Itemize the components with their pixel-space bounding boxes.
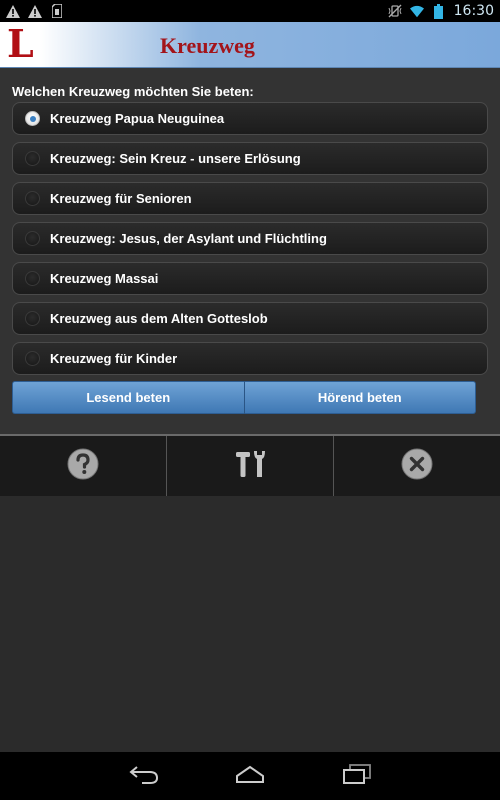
radio-unchecked-icon[interactable] xyxy=(25,311,40,326)
radio-unchecked-icon[interactable] xyxy=(25,351,40,366)
option-label: Kreuzweg: Jesus, der Asylant und Flüchtl… xyxy=(50,231,327,246)
option-senioren[interactable]: Kreuzweg für Senioren xyxy=(12,182,488,215)
option-label: Kreuzweg Massai xyxy=(50,271,159,286)
option-asylant[interactable]: Kreuzweg: Jesus, der Asylant und Flüchtl… xyxy=(12,222,488,255)
help-icon xyxy=(66,447,100,486)
app-header: L Kreuzweg xyxy=(0,22,500,68)
bottom-toolbar xyxy=(0,434,500,496)
empty-content-area xyxy=(0,496,500,752)
recent-apps-button[interactable] xyxy=(338,761,374,791)
close-icon xyxy=(400,447,434,486)
settings-button[interactable] xyxy=(166,436,333,496)
back-icon xyxy=(128,763,160,790)
action-buttons: Lesend beten Hörend beten xyxy=(12,381,476,414)
warning-icon xyxy=(28,4,42,18)
radio-unchecked-icon[interactable] xyxy=(25,191,40,206)
vibrate-icon xyxy=(388,4,402,18)
warning-icon xyxy=(6,4,20,18)
close-button[interactable] xyxy=(333,436,500,496)
app-title: Kreuzweg xyxy=(160,33,255,58)
sd-card-icon xyxy=(50,4,64,18)
home-icon xyxy=(234,763,266,790)
option-kinder[interactable]: Kreuzweg für Kinder xyxy=(12,342,488,375)
status-bar-left xyxy=(6,4,64,18)
app-logo: L xyxy=(7,21,34,66)
option-label: Kreuzweg Papua Neuguinea xyxy=(50,111,225,126)
option-sein-kreuz[interactable]: Kreuzweg: Sein Kreuz - unsere Erlösung xyxy=(12,142,488,175)
radio-unchecked-icon[interactable] xyxy=(25,151,40,166)
question-label: Welchen Kreuzweg möchten Sie beten: xyxy=(12,84,254,99)
radio-unchecked-icon[interactable] xyxy=(25,271,40,286)
option-list: Kreuzweg Papua Neuguinea Kreuzweg: Sein … xyxy=(12,102,488,382)
home-button[interactable] xyxy=(232,761,268,791)
option-massai[interactable]: Kreuzweg Massai xyxy=(12,262,488,295)
wifi-icon xyxy=(409,4,424,18)
read-button[interactable]: Lesend beten xyxy=(12,381,245,414)
listen-button[interactable]: Hörend beten xyxy=(244,381,476,414)
option-alten-gotteslob[interactable]: Kreuzweg aus dem Alten Gotteslob xyxy=(12,302,488,335)
radio-checked-icon[interactable] xyxy=(25,111,40,126)
option-papua-neuguinea[interactable]: Kreuzweg Papua Neuguinea xyxy=(12,102,488,135)
back-button[interactable] xyxy=(126,761,162,791)
radio-unchecked-icon[interactable] xyxy=(25,231,40,246)
status-bar: 16:30 xyxy=(0,0,500,22)
tools-icon xyxy=(233,447,267,486)
help-button[interactable] xyxy=(0,436,166,496)
option-label: Kreuzweg: Sein Kreuz - unsere Erlösung xyxy=(50,151,301,166)
status-time: 16:30 xyxy=(453,3,494,19)
option-label: Kreuzweg für Senioren xyxy=(50,191,192,206)
option-label: Kreuzweg für Kinder xyxy=(50,351,178,366)
recent-apps-icon xyxy=(340,763,372,790)
system-nav-bar xyxy=(0,752,500,800)
option-label: Kreuzweg aus dem Alten Gotteslob xyxy=(50,311,268,326)
status-bar-right: 16:30 xyxy=(388,3,494,19)
battery-icon xyxy=(432,3,446,19)
